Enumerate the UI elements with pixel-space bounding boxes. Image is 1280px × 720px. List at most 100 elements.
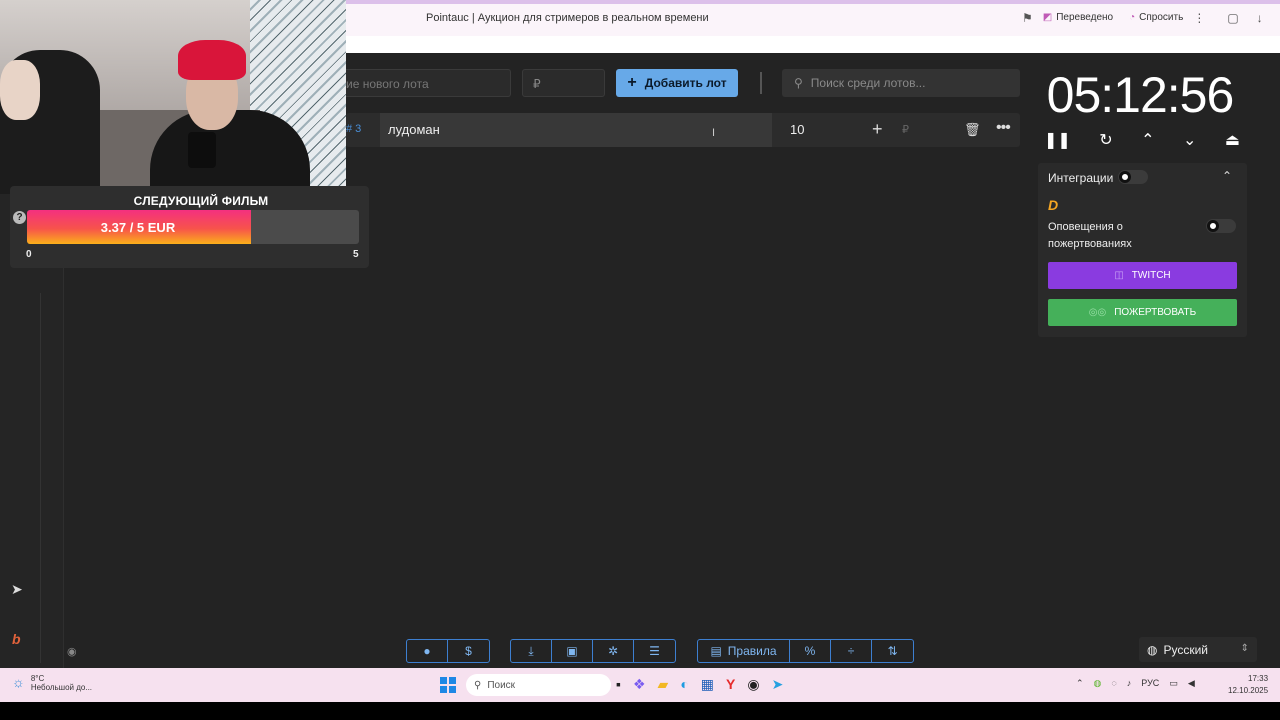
form-divider	[760, 72, 762, 94]
language-select[interactable]: ◍ Русский ⇕	[1139, 637, 1257, 662]
screen: Pointauc | Аукцион для стримеров в реаль…	[0, 0, 1280, 720]
twitch-label: TWITCH	[1131, 270, 1171, 281]
save-button[interactable]: ▣	[552, 640, 593, 662]
percent-button[interactable]: %	[790, 640, 831, 662]
lot-search-input[interactable]: ⚲ Поиск среди лотов...	[782, 69, 1020, 97]
translated-button[interactable]: ◩ Переведено	[1037, 10, 1119, 25]
save-icon: ▣	[566, 644, 578, 658]
tray-app-icon[interactable]: ◍	[1094, 678, 1102, 689]
integrations-panel: Интеграции ⌃ D Оповещения о пожертвовани…	[1038, 163, 1247, 337]
dollar-icon: $	[465, 644, 472, 658]
goal-min: 0	[26, 249, 32, 260]
goal-title: СЛЕДУЮЩИЙ ФИЛЬМ	[133, 194, 269, 208]
clock-date: 12.10.2025	[1228, 686, 1269, 695]
lot-amount-input[interactable]: ₽	[522, 69, 605, 97]
tray-expand-icon[interactable]: ⌃	[1076, 678, 1084, 689]
taskbar-search[interactable]: ⚲ Поиск	[466, 674, 611, 696]
rules-icon: ▤	[710, 644, 722, 658]
lot-amount-value[interactable]: 10	[790, 122, 804, 137]
twitch-icon: ◫	[1114, 270, 1124, 281]
clear-list-button[interactable]: ☰	[634, 640, 675, 662]
chevron-up-icon[interactable]: ⌃	[1141, 130, 1154, 150]
ask-label: Спросить	[1139, 12, 1184, 23]
ask-button[interactable]: ◔ Спросить	[1123, 10, 1189, 25]
boosty-icon[interactable]: b	[12, 631, 21, 647]
system-tray: ⌃ ◍ ◌ ♪ РУС ▭ ◀	[1076, 678, 1195, 689]
input-language[interactable]: РУС	[1141, 678, 1159, 689]
donate-dollar-button[interactable]: $	[448, 640, 489, 662]
tabs-icon[interactable]: ▢	[1227, 11, 1238, 25]
translate-icon: ◩	[1042, 12, 1053, 23]
search-icon: ⚲	[474, 679, 482, 691]
obs-icon[interactable]: ◉	[747, 676, 759, 693]
taskbar-clock[interactable]: 17:33 12.10.2025	[1228, 673, 1268, 697]
donate-icon: ◎◎	[1088, 307, 1107, 318]
add-amount-icon[interactable]: +	[872, 119, 883, 140]
tab-title: Pointauc | Аукцион для стримеров в реаль…	[426, 12, 709, 24]
search-icon: ⚲	[794, 76, 803, 90]
github-button[interactable]: ●	[407, 640, 448, 662]
collapse-icon[interactable]: ⌃	[1222, 169, 1232, 183]
percent-icon: %	[804, 644, 816, 658]
taskbar-search-placeholder: Поиск	[487, 679, 516, 691]
sort-icon: ⇅	[887, 644, 898, 658]
telegram-taskbar-icon[interactable]: ➤	[772, 676, 784, 693]
screen-bottom-edge	[0, 702, 1280, 720]
bookmark-icon[interactable]: ⚑	[1022, 11, 1033, 25]
webcam-face-left	[0, 60, 40, 120]
eject-icon[interactable]: ⏏	[1225, 130, 1240, 150]
volume-icon[interactable]: ◀	[1188, 678, 1195, 689]
toolbar-group-actions: ▤ Правила % ÷ ⇅	[697, 639, 914, 663]
download-icon: ⤓	[528, 643, 534, 658]
copilot-icon[interactable]: ❖	[633, 676, 646, 693]
integrations-toggle[interactable]	[1118, 170, 1148, 184]
download-button[interactable]: ⤓	[511, 640, 552, 662]
text-cursor-icon: I	[712, 127, 716, 139]
goal-progress-text: 3.37 / 5 EUR	[100, 220, 176, 235]
github-icon: ●	[423, 644, 431, 658]
lot-currency[interactable]: ₽	[902, 123, 909, 136]
sort-button[interactable]: ⇅	[872, 640, 913, 662]
integrations-title: Интеграции	[1048, 171, 1114, 185]
add-lot-button[interactable]: + Добавить лот	[616, 69, 738, 97]
more-horiz-icon[interactable]: •••	[996, 119, 1011, 137]
donation-alerts-toggle[interactable]	[1206, 219, 1236, 233]
telegram-icon[interactable]: ➤	[11, 581, 23, 598]
edge-icon[interactable]: ◐	[680, 676, 688, 693]
plus-icon: +	[627, 74, 637, 91]
eye-icon[interactable]: ◉	[67, 645, 77, 658]
yandex-browser-icon[interactable]: Y	[726, 676, 735, 693]
network-icon[interactable]: ▭	[1169, 678, 1178, 689]
lot-row: # 3 лудоман 10 + ₽ 🗑 •••	[346, 113, 1020, 147]
mic-icon[interactable]: ♪	[1127, 678, 1132, 689]
lot-index: # 3	[346, 123, 362, 135]
split-button[interactable]: ÷	[831, 640, 872, 662]
donation-goal-widget: СЛЕДУЮЩИЙ ФИЛЬМ ? 3.37 / 5 EUR 0 5	[10, 186, 369, 268]
reset-icon[interactable]: ↻	[1099, 130, 1112, 150]
weather-widget[interactable]: ☼ 8°C Небольшой до...	[12, 674, 92, 692]
task-view-icon[interactable]: ▪	[616, 676, 621, 693]
chevron-down-icon[interactable]: ⌄	[1183, 130, 1196, 150]
taskbar-apps: ▪ ❖ ▰ ◐ ▦ Y ◉ ➤	[616, 676, 783, 693]
donate-button[interactable]: ◎◎ ПОЖЕРТВОВАТЬ	[1048, 299, 1237, 326]
more-vert-icon[interactable]: ⋮	[1193, 11, 1205, 25]
help-icon[interactable]: ?	[13, 211, 26, 224]
goal-max: 5	[353, 249, 359, 260]
delete-icon[interactable]: 🗑	[964, 122, 981, 138]
clock-time: 17:33	[1248, 674, 1269, 683]
toggle-knob	[1207, 220, 1219, 232]
windows-start-icon[interactable]	[440, 677, 456, 693]
tray-vpn-icon[interactable]: ◌	[1111, 678, 1116, 689]
twitch-button[interactable]: ◫ TWITCH	[1048, 262, 1237, 289]
store-icon[interactable]: ▦	[701, 676, 714, 693]
rules-button[interactable]: ▤ Правила	[698, 640, 790, 662]
file-explorer-icon[interactable]: ▰	[658, 676, 669, 693]
lot-name-input[interactable]: ие нового лота	[346, 69, 511, 97]
ask-icon: ◔	[1129, 12, 1136, 23]
toggle-knob	[1119, 171, 1131, 183]
pause-icon[interactable]: ❚❚	[1044, 130, 1071, 150]
download-icon[interactable]: ↓	[1257, 11, 1263, 25]
timer-display: 05:12:56	[1046, 67, 1235, 123]
bug-icon: ✲	[607, 644, 619, 658]
bug-report-button[interactable]: ✲	[593, 640, 634, 662]
